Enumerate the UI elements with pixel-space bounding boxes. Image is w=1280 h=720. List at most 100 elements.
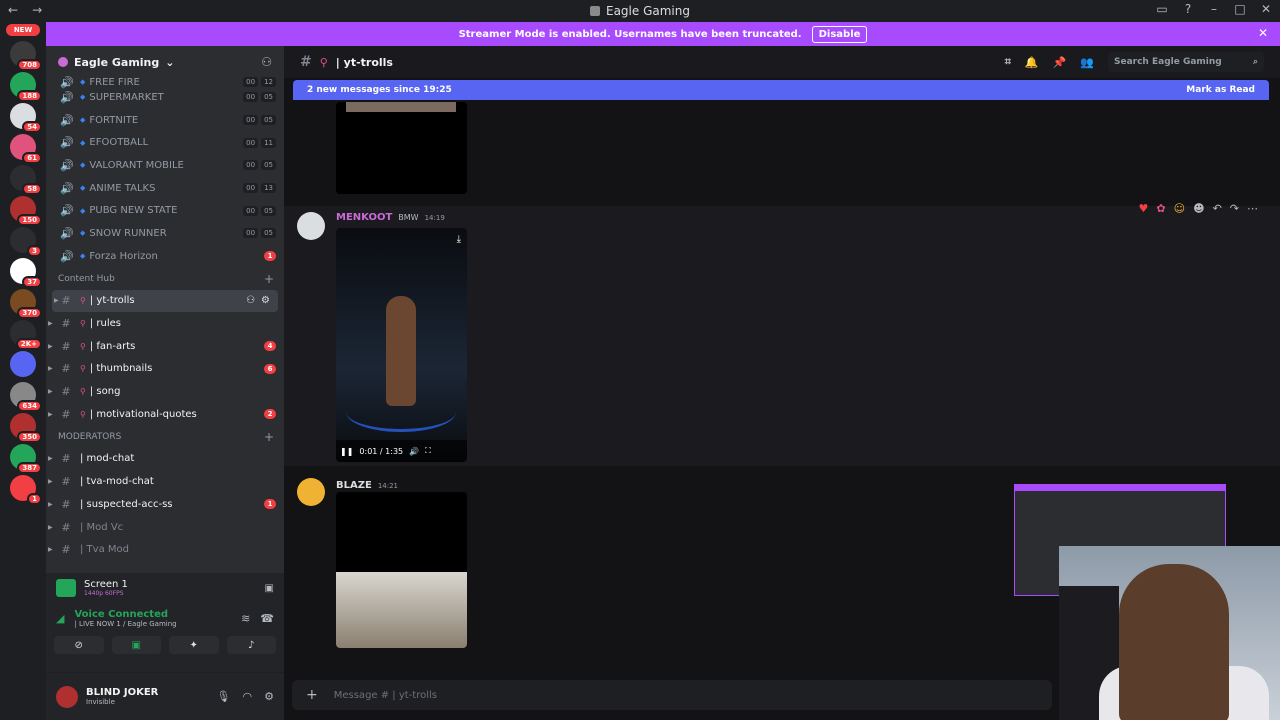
message-composer[interactable]: + Message # | yt-trolls	[292, 680, 1052, 710]
voice-channel-item[interactable]: 🔊 ◆ FORTNITE 00 05	[46, 109, 284, 132]
server-icon[interactable]: 54	[10, 103, 42, 133]
notification-icon[interactable]: 🔔	[1025, 56, 1039, 69]
previous-video-attachment[interactable]	[336, 102, 467, 194]
noise-suppression-icon[interactable]: ≋	[241, 612, 250, 625]
channel-item[interactable]: ▶ # ⚲ | yt-trolls ⚇ ⚙	[52, 289, 278, 313]
server-icon[interactable]: 634	[10, 382, 42, 412]
close-banner-icon[interactable]: ✕	[1258, 26, 1268, 40]
server-icon[interactable]: 58	[10, 165, 42, 195]
close-icon[interactable]: ✕	[1258, 2, 1274, 16]
server-icon[interactable]: 2K+	[10, 320, 42, 350]
pinned-icon[interactable]: 📌	[1053, 56, 1067, 69]
threads-icon[interactable]: ⌗	[1005, 55, 1011, 69]
user-count: 00	[243, 205, 259, 216]
server-icon[interactable]: 3	[10, 227, 42, 257]
server-icon[interactable]: 708	[10, 41, 42, 71]
user-limit: 00 05	[243, 205, 276, 216]
gear-icon[interactable]: ⚙	[261, 295, 270, 306]
avatar[interactable]	[297, 478, 325, 506]
server-icon[interactable]: 61	[10, 134, 42, 164]
new-messages-bar[interactable]: 2 new messages since 19:25 Mark as Read	[293, 80, 1269, 100]
fullscreen-icon[interactable]: ⛶	[425, 446, 431, 456]
reply-icon[interactable]: ↶	[1213, 202, 1222, 215]
voice-channel-item[interactable]: 🔊 ◆ PUBG NEW STATE 00 05	[46, 199, 284, 222]
channel-item[interactable]: ▶ # ⚲ | thumbnails 6	[46, 358, 284, 381]
attach-icon[interactable]: +	[306, 687, 318, 703]
chevron-right-icon: ▶	[48, 546, 53, 554]
screen-share-row[interactable]: Screen 1 1440p 60FPS ▣	[46, 573, 284, 603]
channel-item[interactable]: ▶ # ⚲ | rules	[46, 312, 284, 335]
channel-item[interactable]: ▶ # ⚲ | song	[46, 380, 284, 403]
minimize-icon[interactable]: –	[1206, 2, 1222, 16]
server-icon[interactable]: 37	[10, 258, 42, 288]
maximize-icon[interactable]: □	[1232, 2, 1248, 16]
popout-icon[interactable]: ▣	[265, 583, 274, 594]
back-icon[interactable]: ←	[8, 3, 18, 17]
voice-status[interactable]: Voice Connected	[74, 609, 176, 620]
gear-icon[interactable]: ⚙	[264, 690, 274, 703]
avatar[interactable]	[56, 685, 78, 708]
channel-item[interactable]: ▶ # | mod-chat	[46, 448, 284, 471]
video-attachment[interactable]	[336, 492, 467, 648]
video-player[interactable]: ⤓ ❚❚ 0:01 / 1:35 🔊 ⛶	[336, 228, 467, 462]
search-input[interactable]: Search Eagle Gaming ⌕	[1108, 52, 1264, 72]
voice-channel-item[interactable]: 🔊 ◆ SNOW RUNNER 00 05	[46, 222, 284, 245]
voice-channel-item[interactable]: 🔊 ◆ ANIME TALKS 00 13	[46, 177, 284, 200]
channel-name: SUPERMARKET	[89, 91, 164, 103]
volume-icon[interactable]: 🔊	[409, 447, 419, 456]
activities-button[interactable]: ✦	[169, 636, 219, 654]
heart-icon[interactable]: ♥	[1139, 202, 1149, 215]
download-icon[interactable]: ⤓	[457, 234, 461, 245]
add-member-icon[interactable]: ⚇	[261, 55, 272, 69]
voice-channel-item[interactable]: 🔊 ◆ EFOOTBALL 00 11	[46, 131, 284, 154]
disconnect-icon[interactable]: ☎	[260, 612, 274, 625]
stop-stream-button[interactable]: ▣	[111, 636, 161, 654]
server-icon[interactable]: 1	[10, 475, 42, 505]
channel-item[interactable]: ▶ # ⚲ | motivational-quotes 2	[46, 403, 284, 426]
message-input[interactable]: Message # | yt-trolls	[334, 690, 437, 701]
voice-channel-name[interactable]: | LIVE NOW 1 / Eagle Gaming	[74, 620, 176, 628]
forward-icon[interactable]: ↷	[1230, 202, 1239, 215]
inbox-icon[interactable]: ▭	[1154, 2, 1170, 16]
soundboard-button[interactable]: ♪	[226, 636, 276, 654]
avatar[interactable]	[297, 212, 325, 240]
voice-channel-item[interactable]: 🔊 ◆ SUPERMARKET 00 05	[46, 86, 284, 109]
voice-channel-item[interactable]: 🔊 ◆ FREE FIRE 00 12	[46, 76, 284, 89]
category-moderators[interactable]: MODERATORS +	[46, 426, 284, 448]
channel-item[interactable]: ▶ # | Mod Vc	[46, 516, 284, 539]
members-icon[interactable]: 👥	[1080, 56, 1094, 69]
hash-icon: #	[61, 475, 71, 489]
server-icon[interactable]: 150	[10, 196, 42, 226]
microphone-icon[interactable]: 🎙	[217, 690, 231, 703]
headphones-icon[interactable]: ◠	[243, 690, 253, 703]
category-content-hub[interactable]: Content Hub +	[46, 268, 284, 290]
help-icon[interactable]: ?	[1180, 2, 1196, 16]
add-reaction-icon[interactable]: ☻	[1193, 202, 1204, 215]
server-icon[interactable]: 370	[10, 289, 42, 319]
server-icon[interactable]: 188	[10, 72, 42, 102]
forward-icon[interactable]: →	[32, 3, 42, 17]
invite-icon[interactable]: ⚇	[246, 295, 255, 306]
channel-item[interactable]: ▶ # | Tva Mod	[46, 538, 284, 561]
channel-item[interactable]: ▶ # | suspected-acc-ss 1	[46, 493, 284, 516]
channel-item[interactable]: ▶ # ⚲ | fan-arts 4	[46, 335, 284, 358]
add-channel-icon[interactable]: +	[264, 430, 274, 444]
reaction-icon[interactable]: ✿	[1156, 202, 1165, 215]
channel-item[interactable]: ▶ # | tva-mod-chat	[46, 470, 284, 493]
emoji-icon[interactable]: ☺	[1174, 202, 1185, 215]
server-icon[interactable]: 350	[10, 413, 42, 443]
server-icon[interactable]: 387	[10, 444, 42, 474]
server-icon[interactable]	[10, 351, 36, 377]
camera-off-button[interactable]: ⊘	[54, 636, 104, 654]
guild-header[interactable]: Eagle Gaming ⌄ ⚇	[46, 46, 284, 78]
voice-channel-item[interactable]: 🔊 ◆ VALORANT MOBILE 00 05	[46, 154, 284, 177]
message-author[interactable]: MENKOOT	[336, 212, 392, 223]
mark-as-read-button[interactable]: Mark as Read	[1186, 85, 1255, 95]
message-author[interactable]: BLAZE	[336, 480, 372, 491]
voice-channel-item[interactable]: 🔊 ◆ Forza Horizon 1	[46, 245, 284, 268]
pause-icon[interactable]: ❚❚	[340, 447, 353, 456]
username[interactable]: BLIND JOKER	[86, 687, 158, 698]
add-channel-icon[interactable]: +	[264, 272, 274, 286]
disable-button[interactable]: Disable	[811, 25, 868, 43]
more-icon[interactable]: ⋯	[1247, 202, 1258, 215]
